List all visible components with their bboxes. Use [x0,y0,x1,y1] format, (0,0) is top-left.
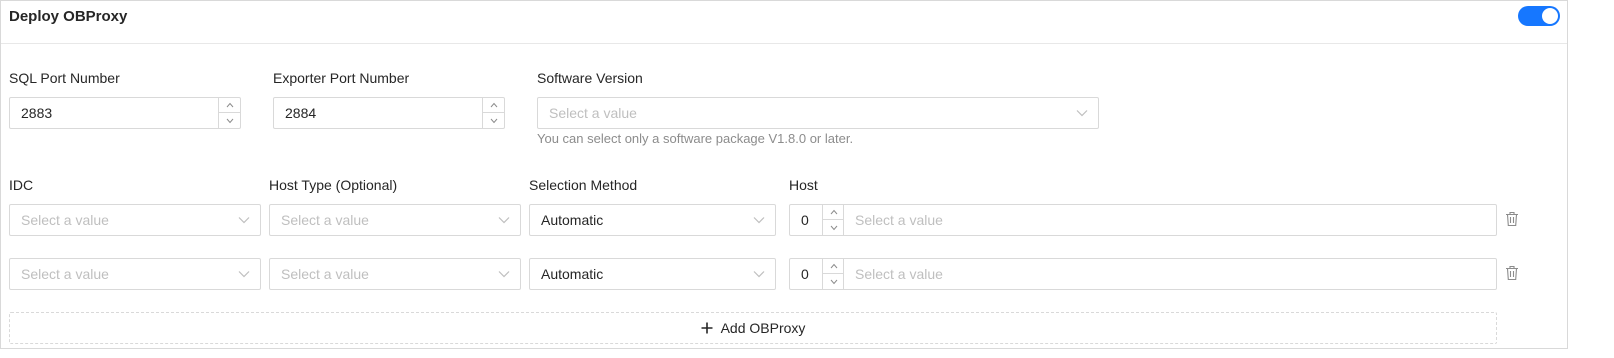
chevron-up-icon[interactable] [823,259,844,274]
software-version-hint: You can select only a software package V… [537,131,854,146]
chevron-down-icon [1076,110,1088,117]
host-label: Host [789,177,818,193]
chevron-down-icon [238,271,250,278]
chevron-up-icon[interactable] [219,98,240,113]
software-version-placeholder: Select a value [549,105,637,121]
idc-placeholder: Select a value [21,266,109,282]
chevron-down-icon[interactable] [823,220,844,235]
plus-icon [701,322,713,334]
selection-method-label: Selection Method [529,177,638,193]
trash-icon[interactable] [1505,265,1519,281]
chevron-down-icon [498,271,510,278]
sql-port-value: 2883 [21,105,53,121]
host-input-group: 0 Select a value [789,258,1497,290]
idc-select[interactable]: Select a value [9,204,261,236]
obproxy-card: Deploy OBProxy SQL Port Number 2883 Expo… [0,0,1568,349]
chevron-up-icon[interactable] [483,98,504,113]
exporter-port-value: 2884 [285,105,317,121]
host-select[interactable]: Select a value [843,258,1497,290]
host-input-group: 0 Select a value [789,204,1497,236]
sql-port-input[interactable]: 2883 [9,97,241,129]
exporter-port-label: Exporter Port Number [273,70,410,86]
deploy-obproxy-toggle[interactable] [1518,6,1560,26]
selection-method-value: Automatic [541,266,604,282]
idc-label: IDC [9,177,34,193]
host-count-input[interactable]: 0 [789,258,844,290]
chevron-down-icon [498,217,510,224]
host-select[interactable]: Select a value [843,204,1497,236]
host-count-value: 0 [801,212,809,228]
chevron-down-icon [753,271,765,278]
exporter-port-stepper [482,98,504,128]
idc-placeholder: Select a value [21,212,109,228]
chevron-up-icon[interactable] [823,205,844,220]
chevron-down-icon [238,217,250,224]
sql-port-stepper [218,98,240,128]
chevron-down-icon[interactable] [483,113,504,128]
chevron-down-icon[interactable] [823,274,844,289]
selection-method-select[interactable]: Automatic [529,204,776,236]
card-header: Deploy OBProxy [1,1,1567,44]
host-placeholder: Select a value [855,266,943,282]
selection-method-select[interactable]: Automatic [529,258,776,290]
selection-method-value: Automatic [541,212,604,228]
toggle-knob [1542,8,1558,24]
host-type-placeholder: Select a value [281,212,369,228]
chevron-down-icon [753,217,765,224]
card-title: Deploy OBProxy [9,8,128,25]
software-version-label: Software Version [537,70,643,86]
chevron-down-icon[interactable] [219,113,240,128]
host-type-select[interactable]: Select a value [269,258,521,290]
sql-port-label: SQL Port Number [9,70,120,86]
host-type-label: Host Type (Optional) [269,177,398,193]
host-type-select[interactable]: Select a value [269,204,521,236]
host-count-stepper [822,205,844,235]
host-type-placeholder: Select a value [281,266,369,282]
trash-icon[interactable] [1505,211,1519,227]
host-count-stepper [822,259,844,289]
add-obproxy-label: Add OBProxy [720,320,806,336]
host-placeholder: Select a value [855,212,943,228]
host-count-input[interactable]: 0 [789,204,844,236]
exporter-port-input[interactable]: 2884 [273,97,505,129]
software-version-select[interactable]: Select a value [537,97,1099,129]
add-obproxy-button[interactable]: Add OBProxy [9,312,1497,344]
idc-select[interactable]: Select a value [9,258,261,290]
host-count-value: 0 [801,266,809,282]
